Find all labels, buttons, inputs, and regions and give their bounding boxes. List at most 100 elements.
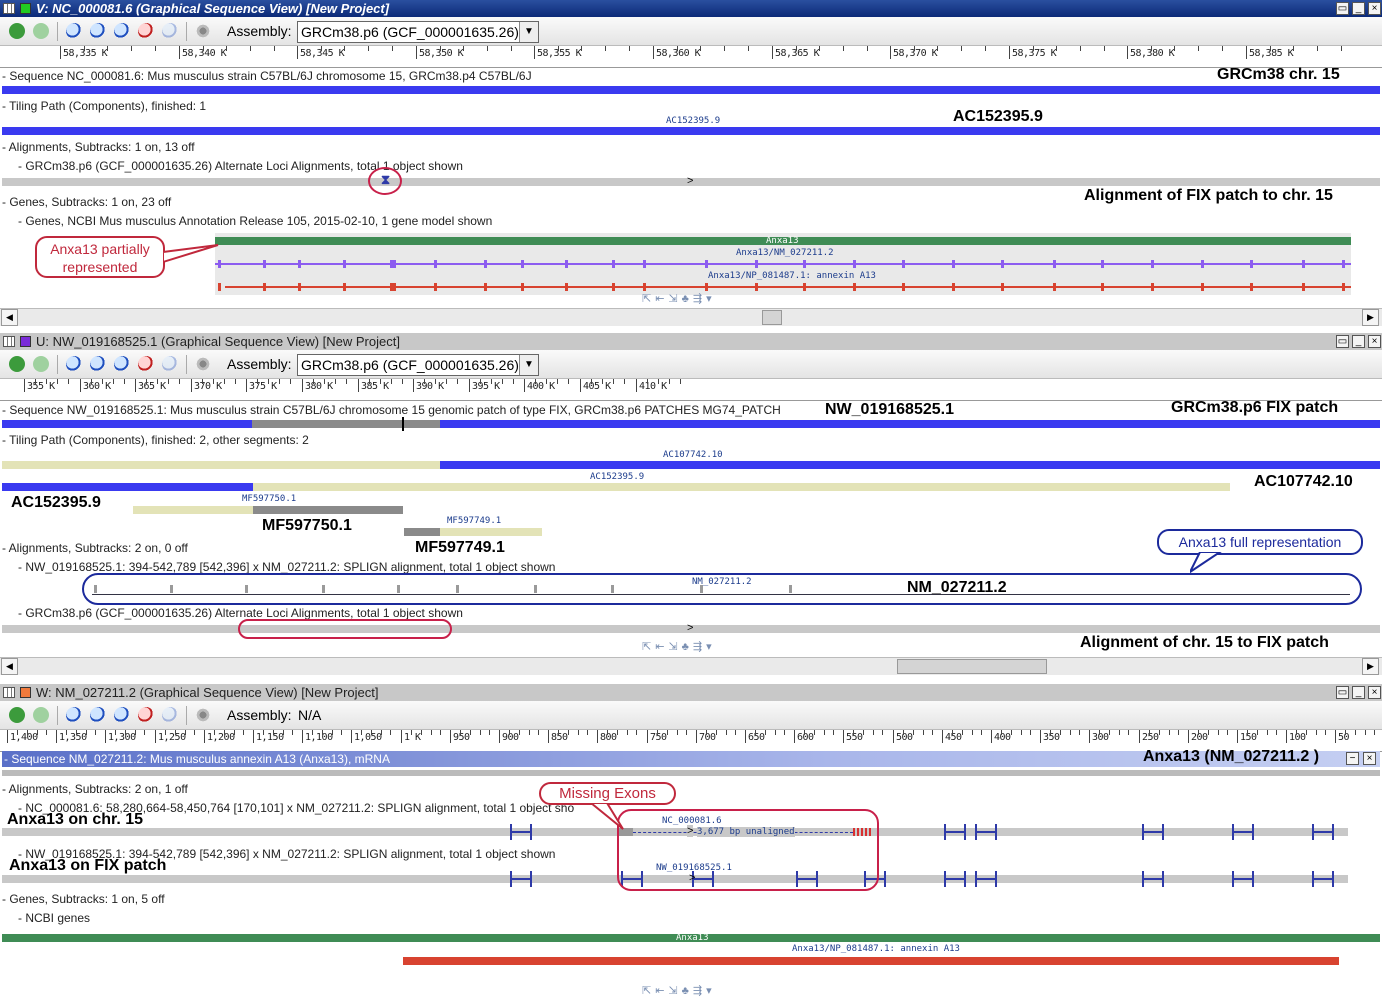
- alignment-hit-icon[interactable]: [1226, 824, 1260, 840]
- alignments-track-header[interactable]: - Alignments, Subtracks: 2 on, 0 off: [2, 541, 188, 555]
- genes-subtrack-header[interactable]: - Genes, NCBI Mus musculus Annotation Re…: [18, 214, 492, 228]
- pane-u-titlebar[interactable]: U: NW_019168525.1 (Graphical Sequence Vi…: [0, 333, 1382, 350]
- exon-block[interactable]: [755, 260, 758, 268]
- exon-block[interactable]: [1001, 260, 1004, 268]
- alignments-track-header[interactable]: - Alignments, Subtracks: 1 on, 13 off: [2, 140, 195, 154]
- settings-gear-icon[interactable]: [195, 707, 211, 723]
- pane-w-titlebar[interactable]: W: NM_027211.2 (Graphical Sequence View)…: [0, 684, 1382, 701]
- exon-block[interactable]: [263, 283, 266, 291]
- track-tools-icons[interactable]: ⇱⇤⇲♣⇶▾: [642, 292, 716, 305]
- exon-block[interactable]: [218, 283, 221, 291]
- close-icon[interactable]: ×: [1368, 2, 1381, 15]
- back-icon[interactable]: [9, 23, 25, 39]
- exon-block[interactable]: [298, 283, 301, 291]
- alignment-hit-icon[interactable]: [1136, 871, 1170, 887]
- close-icon[interactable]: ×: [1368, 686, 1381, 699]
- assembly-select[interactable]: GRCm38.p6 (GCF_000001635.26) ▼: [297, 21, 539, 43]
- exon-block[interactable]: [1101, 260, 1104, 268]
- exon-block[interactable]: [705, 283, 708, 291]
- exon-block[interactable]: [1151, 260, 1154, 268]
- zoom-selection-icon[interactable]: [138, 356, 154, 372]
- tiling-component-mf597749[interactable]: [440, 528, 542, 536]
- alignment-hit-icon[interactable]: [504, 824, 538, 840]
- exon-block[interactable]: [705, 260, 708, 268]
- scroll-left-icon[interactable]: ◀: [1, 309, 18, 326]
- genes-track-header[interactable]: - Genes, Subtracks: 1 on, 23 off: [2, 195, 171, 209]
- forward-icon[interactable]: [33, 23, 49, 39]
- exon-block[interactable]: [612, 260, 615, 268]
- alignment-hit-icon[interactable]: [938, 871, 972, 887]
- zoom-sequence-icon[interactable]: [162, 356, 178, 372]
- ruler[interactable]: 355 K 360 K 365 K 370 K 375 K 380 K 385 K 390 K…: [0, 379, 1382, 401]
- zoom-selection-icon[interactable]: [138, 23, 154, 39]
- exon-block[interactable]: [434, 283, 437, 291]
- close-icon[interactable]: ×: [1368, 335, 1381, 348]
- track-tools-icons[interactable]: ⇱⇤⇲♣⇶▾: [642, 640, 716, 653]
- sequence-bar-patch[interactable]: [252, 420, 440, 428]
- sequence-bar[interactable]: [2, 86, 1380, 94]
- exon-block[interactable]: [1302, 260, 1305, 268]
- zoom-sequence-icon[interactable]: [162, 707, 178, 723]
- alignment-hit-icon[interactable]: [969, 871, 1003, 887]
- forward-icon[interactable]: [33, 707, 49, 723]
- exon-block[interactable]: [393, 260, 396, 268]
- exon-block[interactable]: [952, 283, 955, 291]
- ruler[interactable]: 58,335 K 58,340 K 58,345 K 58,350 K 58,355 K…: [0, 46, 1382, 68]
- exon-block[interactable]: [803, 260, 806, 268]
- cds-bar[interactable]: [403, 957, 1339, 965]
- exon-block[interactable]: [1053, 260, 1056, 268]
- exon-block[interactable]: [565, 260, 568, 268]
- exon-block[interactable]: [343, 283, 346, 291]
- horizontal-scrollbar[interactable]: ◀ ▶: [0, 657, 1382, 675]
- exon-block[interactable]: [1201, 283, 1204, 291]
- exon-block[interactable]: [393, 283, 396, 291]
- exon-block[interactable]: [853, 260, 856, 268]
- sequence-bar[interactable]: [2, 770, 1380, 776]
- exon-block[interactable]: [263, 260, 266, 268]
- exon-block[interactable]: [803, 283, 806, 291]
- assembly-select[interactable]: GRCm38.p6 (GCF_000001635.26) ▼: [297, 354, 539, 376]
- minimize-icon[interactable]: _: [1352, 335, 1365, 348]
- tiling-component-ac152395[interactable]: [2, 483, 253, 491]
- tiling-track-header[interactable]: - Tiling Path (Components), finished: 1: [2, 99, 206, 113]
- tiling-component-mf597750[interactable]: [253, 506, 403, 514]
- sequence-bar-right[interactable]: [440, 420, 1380, 428]
- zoom-out-icon[interactable]: [66, 23, 82, 39]
- alignment-hit-icon[interactable]: [969, 824, 1003, 840]
- sequence-track-header[interactable]: - Sequence NM_027211.2: Mus musculus ann…: [4, 752, 390, 766]
- zoom-selection-icon[interactable]: [138, 707, 154, 723]
- exon-block[interactable]: [484, 283, 487, 291]
- exon-block[interactable]: [1250, 260, 1253, 268]
- exon-block[interactable]: [1053, 283, 1056, 291]
- zoom-in-icon[interactable]: [90, 707, 106, 723]
- zoom-out-icon[interactable]: [66, 707, 82, 723]
- exon-block[interactable]: [1250, 283, 1253, 291]
- minimize-icon[interactable]: _: [1352, 686, 1365, 699]
- exon-block[interactable]: [902, 283, 905, 291]
- tiling-track-header[interactable]: - Tiling Path (Components), finished: 2,…: [2, 433, 309, 447]
- alignment-hit-icon[interactable]: [1306, 871, 1340, 887]
- scroll-right-icon[interactable]: ▶: [1362, 658, 1379, 675]
- exon-block[interactable]: [643, 260, 646, 268]
- restore-icon[interactable]: ▭: [1336, 686, 1349, 699]
- exon-block[interactable]: [521, 283, 524, 291]
- alignment-hit-icon[interactable]: [1226, 871, 1260, 887]
- scroll-thumb[interactable]: [897, 659, 1047, 674]
- horizontal-scrollbar[interactable]: ◀ ▶: [0, 308, 1382, 326]
- alignment-hit-icon[interactable]: [1136, 824, 1170, 840]
- tiling-mf597750-tan[interactable]: [133, 506, 253, 514]
- zoom-sequence-icon[interactable]: [162, 23, 178, 39]
- exon-block[interactable]: [1342, 283, 1345, 291]
- pane-v-titlebar[interactable]: V: NC_000081.6 (Graphical Sequence View)…: [0, 0, 1382, 17]
- exon-block[interactable]: [1001, 283, 1004, 291]
- exon-block[interactable]: [521, 260, 524, 268]
- scroll-right-icon[interactable]: ▶: [1362, 309, 1379, 326]
- sequence-track-header[interactable]: - Sequence NC_000081.6: Mus musculus str…: [2, 69, 532, 83]
- zoom-in-icon[interactable]: [90, 23, 106, 39]
- zoom-in-icon[interactable]: [90, 356, 106, 372]
- collapse-icon[interactable]: −: [1346, 752, 1359, 765]
- exon-block[interactable]: [298, 260, 301, 268]
- tiling-segment-tan[interactable]: [2, 461, 440, 469]
- back-icon[interactable]: [9, 356, 25, 372]
- zoom-all-icon[interactable]: [114, 707, 130, 723]
